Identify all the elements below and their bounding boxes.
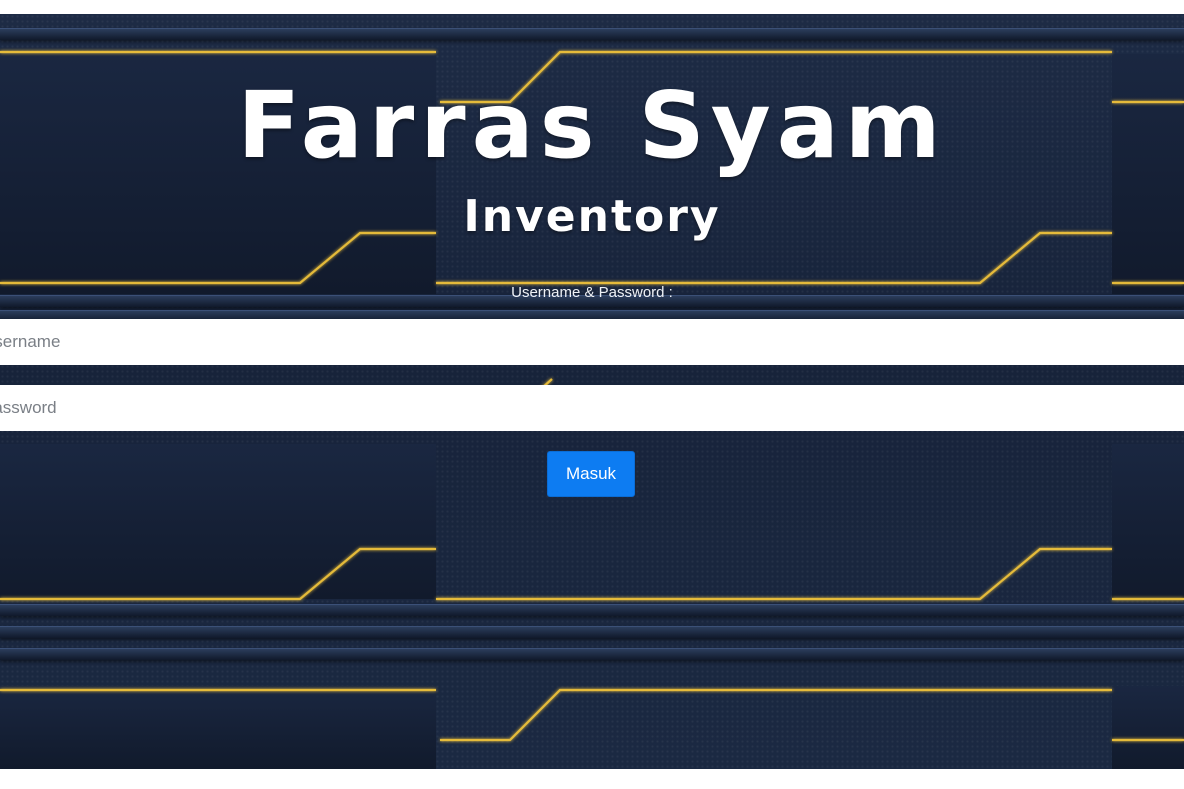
app-subtitle: Inventory — [463, 191, 721, 242]
credentials-label: Username & Password : — [511, 284, 673, 301]
app-title: Farras Syam — [237, 72, 947, 179]
password-input[interactable] — [0, 385, 1184, 431]
username-input[interactable] — [0, 319, 1184, 365]
login-button[interactable]: Masuk — [547, 451, 635, 497]
